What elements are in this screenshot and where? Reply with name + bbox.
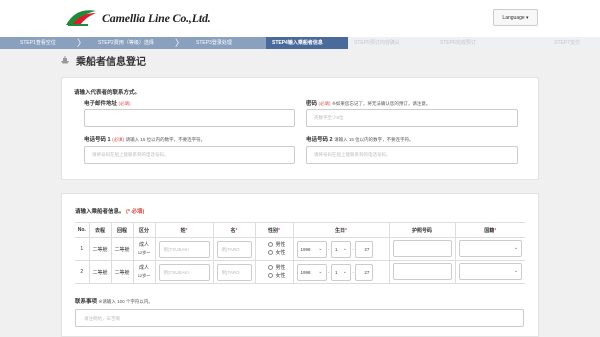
email-label: 电子邮件地址 (必填)	[84, 101, 131, 107]
step-label: STEP5预订内容确认	[354, 40, 400, 46]
gender-female-radio[interactable]: 女性	[262, 249, 293, 257]
contact-label: 联系事项 ※请输入 100 个字符以内。	[75, 299, 153, 305]
step-7: STEP7支付	[520, 37, 600, 49]
col-category: 区分	[132, 222, 155, 238]
brand-logo[interactable]: Camellia Line Co.,Ltd.	[64, 9, 211, 27]
birth-day-select[interactable]: 27	[355, 263, 374, 281]
gender-radio-group: 男性 女性	[254, 237, 293, 261]
phone1-label: 电话号码 1 (必填) 请输入 15 位以内的数字，不要连字符。	[84, 137, 206, 143]
step-4: STEP4输入乘船者信息	[266, 37, 348, 49]
page-heading: 乘船者信息登记	[60, 53, 146, 68]
row-no: 2	[75, 260, 89, 284]
password-input[interactable]: 英数字至少8位	[306, 109, 518, 127]
phone2-label: 电话号码 2 请输入 15 位以内的数字，不要连字符。	[306, 137, 414, 143]
birth-month-select[interactable]: 1 ⌄	[330, 240, 351, 258]
gender-radio-group: 男性 女性	[254, 260, 293, 284]
given-name-input[interactable]: 例)TARO	[216, 263, 252, 281]
nationality-select[interactable]: ⌄	[458, 239, 522, 257]
birth-year-select[interactable]: 1998 ⌄	[296, 240, 327, 258]
brand-name: Camellia Line Co.,Ltd.	[102, 10, 211, 25]
surname-input[interactable]: 例)TSUBAKI	[158, 263, 210, 281]
col-surname: 姓*	[154, 222, 213, 238]
chevron-right-icon: 〉	[175, 38, 185, 48]
step-label: STEP1查看空位	[20, 40, 56, 46]
table-row: 2 二等舱 二等舱 成人 12岁～ 例)TSUBAKI 例)TARO 男性 女性 …	[75, 260, 525, 284]
camellia-logo-icon	[64, 9, 98, 27]
phone1-input[interactable]: 请将号码在船上能联系到的电话号码。	[84, 146, 295, 164]
nationality-select[interactable]: ⌄	[458, 262, 522, 280]
col-birthday: 生日*	[292, 222, 389, 238]
gender-male-radio[interactable]: 男性	[262, 264, 293, 272]
contact-textarea[interactable]: 请注明坑，辛苦啊	[75, 309, 524, 327]
step-label: STEP4输入乘船者信息	[272, 40, 323, 46]
step-6: STEP6完成预订	[434, 37, 520, 49]
ship-icon	[60, 55, 70, 66]
gender-female-radio[interactable]: 女性	[262, 272, 293, 280]
step-label: STEP6完成预订	[440, 40, 476, 46]
step-label: STEP3登录处理	[196, 40, 232, 46]
chevron-down-icon: ⌄	[513, 244, 518, 251]
birth-year-select[interactable]: 1998 ⌄	[296, 263, 327, 281]
birth-month-select[interactable]: 1 ⌄	[330, 263, 351, 281]
row-no: 1	[75, 237, 89, 261]
row-outbound: 二等舱	[88, 237, 111, 261]
gender-male-radio[interactable]: 男性	[262, 241, 293, 249]
birth-day-select[interactable]: 27	[355, 240, 374, 258]
chevron-down-icon: ⌄	[513, 267, 518, 274]
email-input[interactable]	[84, 109, 295, 127]
passenger-table: No. 去程 回程 区分 姓* 名* 性别* 生日* 护照号码 国籍* 1 二等…	[75, 222, 525, 284]
step-5: STEP5预订内容确认	[348, 37, 434, 49]
col-nationality: 国籍*	[454, 222, 525, 238]
row-return: 二等舱	[110, 237, 133, 261]
table-row: 1 二等舱 二等舱 成人 12岁～ 例)TSUBAKI 例)TARO 男性 女性 …	[75, 237, 525, 261]
passenger-section-label: 请输入乘船者信息。 (* 必填)	[75, 209, 145, 215]
chevron-down-icon: ⌄	[318, 268, 323, 275]
representative-section-label: 请输入代表者的联系方式。	[74, 90, 141, 96]
col-given: 名*	[212, 222, 255, 238]
row-outbound: 二等舱	[88, 260, 111, 284]
col-outbound: 去程	[88, 222, 111, 238]
step-label: STEP7支付	[554, 40, 580, 46]
step-label: STEP2费用（等级）选择	[98, 40, 154, 46]
step-3: STEP3登录处理	[184, 37, 266, 49]
given-name-input[interactable]: 例)TARO	[216, 240, 252, 258]
col-passport: 护照号码	[388, 222, 455, 238]
chevron-right-icon: 〉	[77, 38, 87, 48]
col-gender: 性别*	[254, 222, 293, 238]
step-1: STEP1查看空位 〉	[0, 37, 86, 49]
passport-input[interactable]	[392, 239, 452, 257]
row-category: 成人 12岁～	[132, 237, 155, 261]
chevron-down-icon: ⌄	[342, 245, 347, 252]
language-button[interactable]: Language ▾	[493, 9, 538, 26]
password-label: 密码 (必填) ※如果您忘记了，将无法确认您的预订，请注意。	[306, 101, 431, 107]
table-header-row: No. 去程 回程 区分 姓* 名* 性别* 生日* 护照号码 国籍*	[75, 222, 525, 238]
col-return: 回程	[110, 222, 133, 238]
chevron-down-icon: ⌄	[318, 245, 323, 252]
row-category: 成人 12岁～	[132, 260, 155, 284]
page-title: 乘船者信息登记	[76, 57, 146, 68]
step-2: STEP2费用（等级）选择 〉	[86, 37, 184, 49]
col-no: No.	[75, 222, 89, 238]
surname-input[interactable]: 例)TSUBAKI	[158, 240, 210, 258]
site-header: Camellia Line Co.,Ltd. Language ▾	[0, 0, 600, 37]
passport-input[interactable]	[392, 262, 452, 280]
phone2-input[interactable]: 请将号码在船上能联系到的电话号码。	[306, 146, 518, 164]
row-return: 二等舱	[110, 260, 133, 284]
chevron-down-icon: ⌄	[342, 268, 347, 275]
step-progress-bar: STEP1查看空位 〉 STEP2费用（等级）选择 〉 STEP3登录处理 ST…	[0, 37, 600, 49]
